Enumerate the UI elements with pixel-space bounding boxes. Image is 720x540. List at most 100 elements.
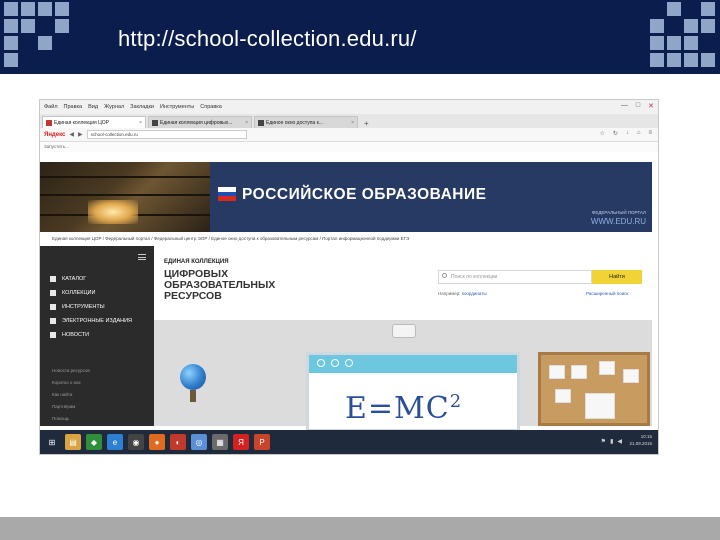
reading-girl-photo [40, 162, 210, 232]
book-icon [50, 290, 56, 296]
favicon-icon [46, 119, 52, 126]
favicon-icon [152, 119, 158, 126]
flag-icon[interactable]: ⚑ [601, 438, 606, 445]
globe-stand [190, 390, 196, 402]
yandex-icon[interactable]: Я [233, 434, 249, 450]
windows-start-icon[interactable]: ⊞ [44, 434, 60, 450]
sidebar-link[interactable]: Партнёрам [52, 404, 90, 409]
new-tab-button[interactable]: + [360, 119, 373, 128]
browser-screenshot: Файл Правка Вид Журнал Закладки Инструме… [40, 100, 658, 454]
sidebar-item-label: КАТАЛОГ [62, 276, 87, 282]
tab-school-collection[interactable]: Единая коллекция ЦОР × [42, 116, 146, 128]
collection-title: ЦИФРОВЫХ ОБРАЗОВАТЕЛЬНЫХ РЕСУРСОВ [164, 268, 276, 302]
download-icon[interactable]: ↓ [626, 130, 629, 137]
sidebar-item-news[interactable]: НОВОСТИ [50, 332, 132, 338]
refresh-icon[interactable]: ↻ [613, 130, 618, 137]
corkboard-image [538, 352, 650, 426]
site-sidebar: КАТАЛОГ КОЛЛЕКЦИИ ИНСТРУМЕНТЫ ЭЛЕКТРОННЫ… [40, 246, 154, 426]
sidebar-link[interactable]: Новости ресурсов [52, 368, 90, 373]
wrench-icon [50, 304, 56, 310]
star-icon[interactable]: ☆ [599, 130, 604, 137]
menu-file[interactable]: Файл [44, 104, 58, 110]
media-icon[interactable]: ◉ [128, 434, 144, 450]
settings-icon [345, 359, 353, 367]
menu-bookmarks[interactable]: Закладки [130, 104, 154, 110]
network-icon[interactable]: ▮ [610, 438, 613, 445]
system-tray-icons: ⚑ ▮ ◀ [601, 438, 622, 445]
site-breadcrumb[interactable]: Единая коллекция ЦОР / Федеральный порта… [52, 236, 648, 241]
yandex-button[interactable]: Яндекс [44, 132, 65, 138]
power-icon [317, 359, 325, 367]
photo-icon[interactable]: ▦ [212, 434, 228, 450]
menu-history[interactable]: Журнал [104, 104, 124, 110]
minimize-button[interactable]: — [621, 102, 628, 110]
slide-header: http://school-collection.edu.ru/ [0, 0, 720, 74]
decorative-squares-left [4, 2, 69, 67]
explorer-icon[interactable]: ▤ [65, 434, 81, 450]
interactive-whiteboard: E=MC2 [306, 352, 520, 432]
hamburger-icon[interactable] [138, 254, 146, 260]
globe-icon[interactable]: ◎ [191, 434, 207, 450]
menu-view[interactable]: Вид [88, 104, 98, 110]
forward-icon[interactable]: ▶ [78, 131, 83, 138]
menu-help[interactable]: Справка [200, 104, 222, 110]
whiteboard-toolbar [309, 355, 517, 373]
close-tab-icon[interactable]: × [351, 120, 354, 126]
formula-text: E=MC2 [345, 391, 463, 426]
tab-window-access[interactable]: Единое окно доступа к... × [254, 116, 358, 128]
bookmarks-bar[interactable]: Запустить... [40, 142, 658, 152]
sidebar-link[interactable]: Как найти [52, 392, 90, 397]
slide-footer-strip [0, 517, 720, 540]
back-icon[interactable]: ◀ [69, 131, 74, 138]
toolbar-icons: ☆ ↻ ↓ ⌂ ≡ [599, 130, 652, 137]
search-example: Например: координаты [438, 291, 487, 296]
news-icon [50, 332, 56, 338]
volume-icon[interactable]: ◀ [617, 438, 622, 445]
site-banner: РОССИЙСКОЕ ОБРАЗОВАНИЕ ФЕДЕРАЛЬНЫЙ ПОРТА… [40, 162, 652, 232]
maximize-button[interactable]: □ [636, 102, 640, 110]
close-window-button[interactable]: ✕ [648, 102, 654, 110]
search-input[interactable]: Поиск по коллекции [438, 270, 592, 284]
sidebar-item-e-editions[interactable]: ЭЛЕКТРОННЫЕ ИЗДАНИЯ [50, 318, 132, 324]
tab-label: Единая коллекция цифровых... [160, 119, 233, 126]
russian-flag-icon [218, 187, 236, 202]
tab-label: Единое окно доступа к... [266, 119, 323, 126]
browser-menubar: Файл Правка Вид Журнал Закладки Инструме… [40, 100, 658, 114]
advanced-search-link[interactable]: Расширенный поиск [586, 291, 628, 296]
menu-icon[interactable]: ≡ [648, 130, 652, 137]
firefox-icon[interactable]: ● [149, 434, 165, 450]
tablet-icon [50, 318, 56, 324]
close-tab-icon[interactable]: × [139, 120, 142, 126]
sidebar-nav: КАТАЛОГ КОЛЛЕКЦИИ ИНСТРУМЕНТЫ ЭЛЕКТРОННЫ… [50, 276, 132, 338]
sidebar-item-label: ЭЛЕКТРОННЫЕ ИЗДАНИЯ [62, 318, 133, 324]
example-link[interactable]: координаты [462, 291, 487, 296]
home-icon[interactable]: ⌂ [637, 130, 641, 137]
powerpoint-icon[interactable]: P [254, 434, 270, 450]
sidebar-link[interactable]: Помощь [52, 416, 90, 421]
sidebar-item-collections[interactable]: КОЛЛЕКЦИИ [50, 290, 132, 296]
system-clock[interactable]: 10:15 21.09.2015 [629, 433, 652, 447]
sidebar-item-catalog[interactable]: КАТАЛОГ [50, 276, 132, 282]
example-label: Например: [438, 291, 461, 296]
close-tab-icon[interactable]: × [245, 120, 248, 126]
browser-tabbar: Единая коллекция ЦОР × Единая коллекция … [40, 114, 658, 128]
address-field[interactable]: school-collection.edu.ru [86, 130, 247, 139]
banner-site-url[interactable]: WWW.EDU.RU [591, 217, 646, 226]
menu-tools[interactable]: Инструменты [160, 104, 194, 110]
sidebar-item-tools[interactable]: ИНСТРУМЕНТЫ [50, 304, 132, 310]
address-toolbar: Яндекс ◀ ▶ school-collection.edu.ru ☆ ↻ … [40, 128, 658, 142]
glowing-book-image [88, 200, 138, 224]
tab-digital-collection[interactable]: Единая коллекция цифровых... × [148, 116, 252, 128]
sidebar-link[interactable]: Коротко о нас [52, 380, 90, 385]
sidebar-item-label: НОВОСТИ [62, 332, 90, 338]
grid-icon [50, 276, 56, 282]
menu-edit[interactable]: Правка [64, 104, 83, 110]
app-icon[interactable]: ◐ [170, 434, 186, 450]
refresh-icon [331, 359, 339, 367]
search-button[interactable]: Найти [592, 270, 642, 284]
windows-taskbar: ⊞ ▤ ◆ e ◉ ● ◐ ◎ ▦ Я P ⚑ ▮ ◀ 10:15 21.09.… [40, 430, 658, 454]
search-icon [442, 273, 447, 278]
clock-time: 10:15 [640, 434, 652, 439]
ie-icon[interactable]: e [107, 434, 123, 450]
store-icon[interactable]: ◆ [86, 434, 102, 450]
